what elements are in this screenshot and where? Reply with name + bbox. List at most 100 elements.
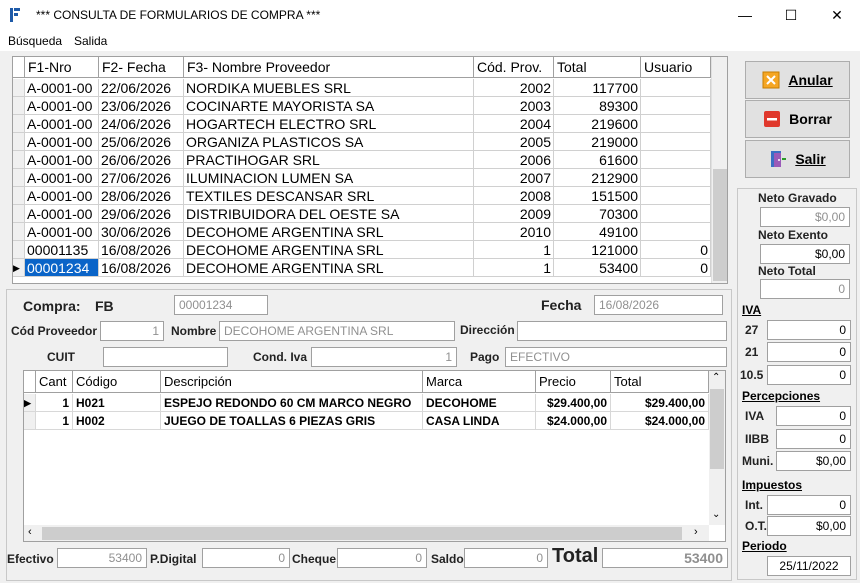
- scroll-up-icon[interactable]: ⌃: [712, 372, 720, 383]
- grid-cell-nombre[interactable]: ORGANIZA PLASTICOS SA: [184, 133, 474, 151]
- grid-cell-usuario[interactable]: 0: [641, 259, 711, 277]
- row-indicator[interactable]: [13, 223, 25, 241]
- grid-cell-nro[interactable]: 00001234: [25, 259, 99, 277]
- col-header-precio[interactable]: Precio: [536, 371, 611, 393]
- neto-total-field[interactable]: 0: [760, 279, 850, 299]
- iva105-field[interactable]: 0: [767, 365, 851, 385]
- col-header-fecha[interactable]: F2- Fecha: [99, 57, 184, 78]
- row-indicator[interactable]: ▶: [13, 259, 25, 277]
- grid-cell-cod[interactable]: 2004: [474, 115, 554, 133]
- grid-cell-total[interactable]: 89300: [554, 97, 641, 115]
- grid-cell-fecha[interactable]: 24/06/2026: [99, 115, 184, 133]
- scroll-thumb[interactable]: [713, 169, 727, 281]
- row-indicator[interactable]: [13, 241, 25, 259]
- grid-cell-nro[interactable]: A-0001-00: [25, 151, 99, 169]
- item-cell-codigo[interactable]: H021: [73, 394, 161, 412]
- hscroll-thumb[interactable]: [42, 527, 682, 540]
- grid-cell-total[interactable]: 219600: [554, 115, 641, 133]
- grid-cell-fecha[interactable]: 23/06/2026: [99, 97, 184, 115]
- item-cell-precio[interactable]: $24.000,00: [536, 412, 611, 430]
- maximize-button[interactable]: ☐: [768, 0, 814, 31]
- pdigital-field[interactable]: 0: [202, 548, 290, 568]
- grid-cell-total[interactable]: 49100: [554, 223, 641, 241]
- saldo-field[interactable]: 0: [464, 548, 548, 568]
- grid-cell-cod[interactable]: 2007: [474, 169, 554, 187]
- cod-proveedor-field[interactable]: 1: [100, 321, 164, 341]
- row-indicator[interactable]: [13, 151, 25, 169]
- row-indicator[interactable]: [24, 412, 36, 430]
- grid-cell-nombre[interactable]: NORDIKA MUEBLES SRL: [184, 79, 474, 97]
- grid-cell-nombre[interactable]: PRACTIHOGAR SRL: [184, 151, 474, 169]
- grid-cell-total[interactable]: 117700: [554, 79, 641, 97]
- grid-cell-cod[interactable]: 2003: [474, 97, 554, 115]
- grid-cell-total[interactable]: 61600: [554, 151, 641, 169]
- item-cell-marca[interactable]: DECOHOME: [423, 394, 536, 412]
- grid-cell-cod[interactable]: 2009: [474, 205, 554, 223]
- direccion-field[interactable]: [517, 321, 727, 341]
- row-indicator[interactable]: [13, 133, 25, 151]
- col-header-total[interactable]: Total: [611, 371, 709, 393]
- int-field[interactable]: 0: [767, 495, 851, 515]
- grid-cell-usuario[interactable]: [641, 133, 711, 151]
- grid-cell-nombre[interactable]: COCINARTE MAYORISTA SA: [184, 97, 474, 115]
- grid-scrollbar[interactable]: [711, 57, 727, 283]
- grid-cell-nro[interactable]: A-0001-00: [25, 169, 99, 187]
- item-cell-total[interactable]: $24.000,00: [611, 412, 709, 430]
- item-cell-cant[interactable]: 1: [36, 412, 73, 430]
- grid-cell-nombre[interactable]: DECOHOME ARGENTINA SRL: [184, 223, 474, 241]
- item-cell-marca[interactable]: CASA LINDA: [423, 412, 536, 430]
- cheque-field[interactable]: 0: [337, 548, 427, 568]
- grid-cell-usuario[interactable]: [641, 187, 711, 205]
- iva21-field[interactable]: 0: [767, 342, 851, 362]
- grid-cell-nro[interactable]: A-0001-00: [25, 115, 99, 133]
- fecha-field[interactable]: 16/08/2026: [594, 295, 723, 315]
- row-indicator[interactable]: [13, 187, 25, 205]
- col-header-usuario[interactable]: Usuario: [641, 57, 711, 78]
- item-cell-desc[interactable]: ESPEJO REDONDO 60 CM MARCO NEGRO: [161, 394, 423, 412]
- cuit-field[interactable]: [103, 347, 228, 367]
- scroll-right-icon[interactable]: ›: [694, 526, 698, 538]
- neto-gravado-field[interactable]: $0,00: [760, 207, 850, 227]
- grid-cell-nro[interactable]: A-0001-00: [25, 133, 99, 151]
- col-header-marca[interactable]: Marca: [423, 371, 536, 393]
- item-cell-codigo[interactable]: H002: [73, 412, 161, 430]
- items-hscroll[interactable]: ‹ ›: [24, 525, 709, 541]
- grid-cell-fecha[interactable]: 29/06/2026: [99, 205, 184, 223]
- grid-cell-cod[interactable]: 2010: [474, 223, 554, 241]
- grid-cell-usuario[interactable]: [641, 97, 711, 115]
- grid-cell-fecha[interactable]: 25/06/2026: [99, 133, 184, 151]
- row-indicator[interactable]: [13, 115, 25, 133]
- efectivo-field[interactable]: 53400: [57, 548, 147, 568]
- items-vscroll[interactable]: ⌃ ⌄: [709, 371, 725, 525]
- minimize-button[interactable]: —: [722, 0, 768, 31]
- grid-cell-cod[interactable]: 2002: [474, 79, 554, 97]
- row-indicator[interactable]: ▶: [24, 394, 36, 412]
- borrar-button[interactable]: Borrar: [745, 100, 850, 138]
- grid-cell-fecha[interactable]: 22/06/2026: [99, 79, 184, 97]
- ot-field[interactable]: $0,00: [767, 516, 851, 536]
- pago-field[interactable]: EFECTIVO: [505, 347, 727, 367]
- menu-salida[interactable]: Salida: [74, 34, 107, 48]
- grid-cell-cod[interactable]: 2006: [474, 151, 554, 169]
- grid-cell-usuario[interactable]: [641, 115, 711, 133]
- iva27-field[interactable]: 0: [767, 320, 851, 340]
- compra-nro-field[interactable]: 00001234: [174, 295, 268, 315]
- grid-cell-nro[interactable]: A-0001-00: [25, 187, 99, 205]
- grid-cell-total[interactable]: 70300: [554, 205, 641, 223]
- grid-cell-nombre[interactable]: HOGARTECH ELECTRO SRL: [184, 115, 474, 133]
- compras-grid[interactable]: F1-Nro F2- Fecha F3- Nombre Proveedor Có…: [12, 56, 728, 284]
- scroll-down-icon[interactable]: ⌄: [712, 509, 720, 520]
- item-cell-cant[interactable]: 1: [36, 394, 73, 412]
- items-grid[interactable]: Cant Código Descripción Marca Precio Tot…: [23, 370, 726, 542]
- grid-cell-nro[interactable]: 00001135: [25, 241, 99, 259]
- percep-iibb-field[interactable]: 0: [776, 429, 851, 449]
- total-field[interactable]: 53400: [602, 548, 728, 568]
- percep-muni-field[interactable]: $0,00: [776, 451, 851, 471]
- item-cell-total[interactable]: $29.400,00: [611, 394, 709, 412]
- col-header-codigo[interactable]: Código: [73, 371, 161, 393]
- grid-cell-nro[interactable]: A-0001-00: [25, 223, 99, 241]
- grid-cell-total[interactable]: 121000: [554, 241, 641, 259]
- menu-busqueda[interactable]: Búsqueda: [8, 34, 62, 48]
- grid-cell-fecha[interactable]: 27/06/2026: [99, 169, 184, 187]
- row-indicator[interactable]: [13, 97, 25, 115]
